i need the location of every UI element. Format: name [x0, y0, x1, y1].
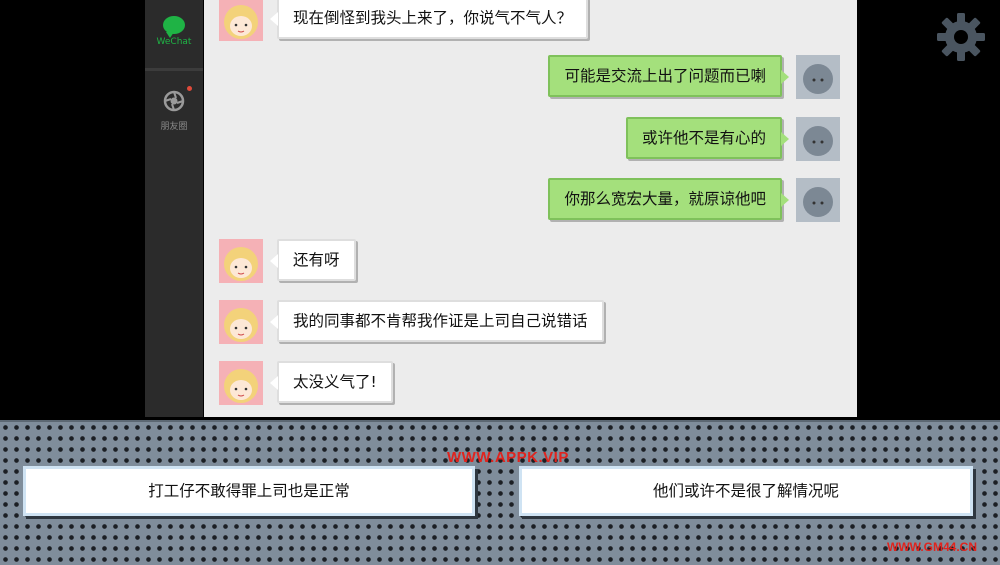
watermark-bottom: WWW.GM44.CN — [887, 540, 977, 554]
sidebar-item-label: WeChat — [156, 37, 192, 47]
choice-button-right[interactable]: 他们或许不是很了解情况呢 — [519, 466, 973, 516]
sidebar: WeChat 朋友圈 — [145, 0, 203, 417]
message-row: 或许他不是有心的 — [540, 117, 840, 163]
aperture-icon — [163, 90, 185, 112]
message-row: 还有呀 — [219, 239, 519, 285]
user-avatar — [796, 55, 840, 99]
message-bubble: 太没义气了! — [270, 361, 393, 403]
watermark-top: WWW.APPK.VIP — [447, 449, 569, 466]
message-bubble: 我的同事都不肯帮我作证是上司自己说错话 — [270, 300, 604, 342]
notification-dot — [187, 86, 192, 91]
choice-panel: 打工仔不敢得罪上司也是正常 他们或许不是很了解情况呢 — [0, 420, 1000, 565]
sidebar-item-label: 朋友圈 — [160, 122, 188, 132]
message-bubble: 现在倒怪到我头上来了，你说气不气人？ — [269, 0, 589, 39]
message-row: 现在倒怪到我头上来了，你说气不气人？ — [219, 0, 619, 43]
choice-button-left[interactable]: 打工仔不敢得罪上司也是正常 — [23, 466, 475, 516]
girl-avatar — [219, 0, 263, 41]
message-row: 太没义气了! — [219, 361, 519, 407]
chat-bubble-icon — [163, 16, 185, 38]
user-avatar — [796, 178, 840, 222]
girl-avatar — [219, 300, 263, 344]
sidebar-item-wechat[interactable]: WeChat — [145, 16, 203, 47]
gear-icon[interactable] — [936, 12, 986, 62]
message-bubble: 或许他不是有心的 — [625, 117, 790, 159]
sidebar-item-moments[interactable]: 朋友圈 — [145, 86, 203, 132]
girl-avatar — [219, 239, 263, 283]
message-row: 你那么宽宏大量，就原谅他吧 — [540, 178, 840, 224]
message-bubble: 你那么宽宏大量，就原谅他吧 — [548, 178, 789, 220]
girl-avatar — [219, 361, 263, 405]
user-avatar — [796, 117, 840, 161]
message-bubble: 还有呀 — [270, 239, 356, 281]
message-row: 可能是交流上出了问题而已喇 — [540, 55, 840, 101]
sidebar-divider — [145, 68, 203, 71]
message-bubble: 可能是交流上出了问题而已喇 — [548, 55, 789, 97]
message-row: 我的同事都不肯帮我作证是上司自己说错话 — [219, 300, 639, 346]
